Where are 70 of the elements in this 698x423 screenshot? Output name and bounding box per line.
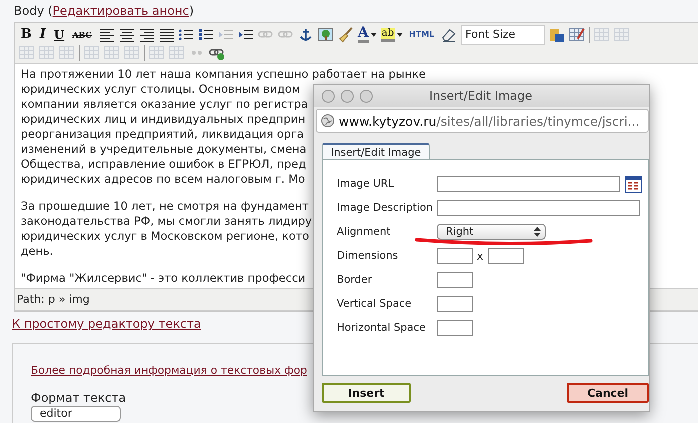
italic-button[interactable]: I: [38, 26, 48, 44]
cancel-button[interactable]: Cancel: [567, 383, 649, 403]
paste-word-icon[interactable]: [548, 26, 565, 42]
body-text-line: день.: [21, 244, 54, 259]
url-text: www.kytyzov.ru/sites/all/libraries/tinymce/jscri...: [339, 114, 640, 128]
field-label: Alignment: [337, 226, 392, 238]
table-edit-icon[interactable]: [568, 26, 585, 42]
body-text-line: За прошедшие 10 лет, не смотря на фундамент: [21, 199, 309, 214]
edit-teaser-link[interactable]: Редактировать анонс: [52, 4, 190, 18]
bullet-list-icon[interactable]: [178, 26, 194, 42]
body-text-line: юридических услуг столицы. Основным видом: [21, 82, 301, 97]
number-field[interactable]: [437, 296, 473, 312]
simple-editor-link[interactable]: К простому редактору текста: [12, 317, 202, 331]
caret-icon[interactable]: [397, 32, 404, 36]
alignment-select[interactable]: Right: [437, 224, 546, 240]
align-right-icon[interactable]: [138, 26, 154, 42]
element-path: Path: p » img: [17, 293, 90, 306]
brush-icon[interactable]: [338, 26, 354, 42]
field-label: Border: [337, 274, 374, 286]
body-text-line: На протяжении 10 лет наша компания успешно работает на рынке: [21, 67, 426, 82]
dialog-tab[interactable]: Insert/Edit Image: [322, 143, 430, 160]
eraser-icon[interactable]: [440, 26, 457, 42]
format-select[interactable]: editor: [31, 406, 121, 422]
image-icon[interactable]: [318, 26, 334, 42]
body-text-line: реорганизация предприятий, ликвидация орга: [21, 127, 304, 142]
field-label: Horizontal Space: [337, 322, 427, 334]
times-sign: x: [477, 250, 484, 262]
body-text-line: "Фирма "Жилсервис" - это коллектив професси: [21, 271, 306, 286]
field-label: Image URL: [337, 178, 396, 190]
html-button[interactable]: HTML: [407, 26, 437, 44]
stepper-arrows-icon: [534, 227, 541, 237]
body-text-line: изменений в учредительные документы, смена: [21, 142, 307, 157]
field-label: Dimensions: [337, 250, 400, 262]
window-button-icon[interactable]: [322, 90, 335, 102]
width-field[interactable]: [437, 248, 473, 264]
window-title: Insert/Edit Image: [428, 89, 534, 103]
justify-icon[interactable]: [158, 26, 174, 42]
body-text-line: юридических адресов по всем налоговым г. Мо: [21, 172, 306, 187]
image-url-field[interactable]: [437, 176, 620, 192]
number-field[interactable]: [437, 320, 473, 336]
body-text-line: юридических лиц и индивидуальных предприн: [21, 112, 306, 127]
height-field[interactable]: [488, 248, 524, 264]
bold-button[interactable]: B: [19, 26, 34, 44]
window-button-icon[interactable]: [341, 90, 354, 102]
numbered-list-icon[interactable]: [198, 26, 214, 42]
body-text-line: юридических услуг в Московском регионе, кото: [21, 229, 310, 244]
insert-button[interactable]: Insert: [322, 383, 411, 403]
field-label: Vertical Space: [337, 298, 413, 310]
text-color-button[interactable]: A: [358, 26, 369, 43]
field-label: Image Description: [337, 202, 434, 214]
format-label: Формат текста: [31, 391, 126, 405]
caret-icon[interactable]: [370, 32, 377, 36]
strike-button[interactable]: ABC: [70, 26, 94, 44]
window-button-icon[interactable]: [360, 90, 373, 102]
field-label: ): [189, 4, 194, 18]
anchor-icon[interactable]: [298, 26, 314, 42]
format-info-link[interactable]: Более подробная информация о текстовых фор: [31, 364, 308, 377]
font-size-select[interactable]: Font Size: [460, 24, 545, 44]
body-text-line: компании является оказание услуг по регистра: [21, 97, 308, 112]
body-text-line: Общества, исправление ошибок в ЕГРЮЛ, пред: [21, 157, 306, 172]
body-text-line: законодательства РФ, мы смогли занять лидиру: [21, 214, 312, 229]
field-label: Body (: [14, 4, 53, 18]
underline-button[interactable]: U: [52, 26, 67, 44]
number-field[interactable]: [437, 272, 473, 288]
browse-icon[interactable]: [625, 176, 642, 192]
align-left-icon[interactable]: [98, 26, 114, 42]
description-field[interactable]: [437, 200, 640, 216]
globe-icon: [321, 114, 335, 128]
align-center-icon[interactable]: [118, 26, 134, 42]
highlight-button[interactable]: ab: [380, 28, 396, 42]
